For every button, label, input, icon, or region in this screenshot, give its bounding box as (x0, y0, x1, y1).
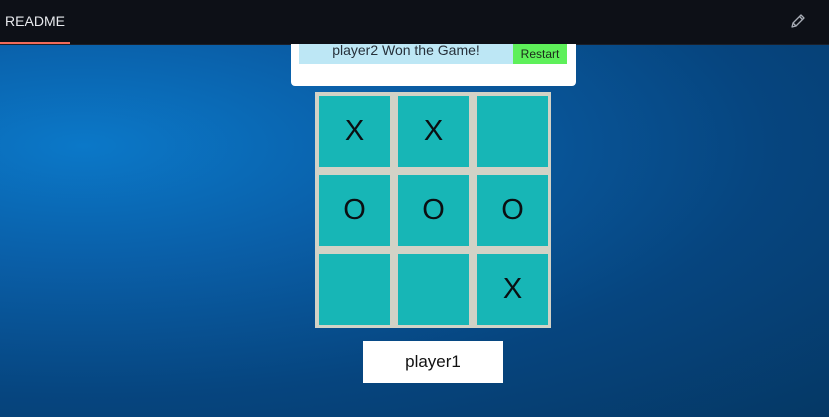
board-cell[interactable] (319, 254, 390, 325)
board-cell[interactable]: X (319, 96, 390, 167)
board-cell[interactable] (477, 96, 548, 167)
restart-button[interactable]: Restart (513, 44, 567, 64)
status-message: player2 Won the Game! (332, 44, 480, 58)
board-cell[interactable]: O (398, 175, 469, 246)
top-bar: README (0, 0, 829, 45)
board-cell[interactable] (398, 254, 469, 325)
board-cell[interactable]: X (398, 96, 469, 167)
current-player-label: player1 (363, 341, 503, 383)
tab-readme[interactable]: README (0, 0, 70, 44)
game-board: X X O O O X (315, 92, 551, 328)
board-cell[interactable]: O (477, 175, 548, 246)
status-card: player2 Won the Game! Restart (291, 44, 576, 86)
board-cell[interactable]: X (477, 254, 548, 325)
pencil-icon[interactable] (789, 12, 807, 30)
status-bar: player2 Won the Game! Restart (299, 44, 567, 64)
board-cell[interactable]: O (319, 175, 390, 246)
